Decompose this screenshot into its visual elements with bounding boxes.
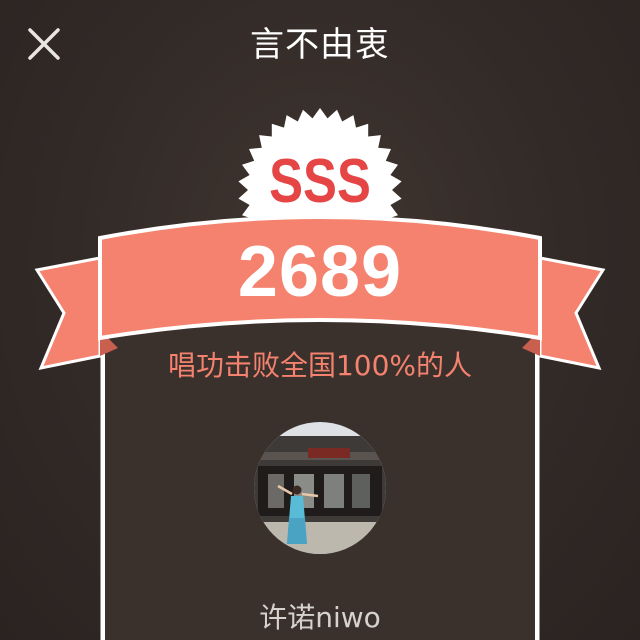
user-avatar[interactable] [254,422,386,554]
username: 许诺niwo [259,601,381,634]
rank-text: 唱功击败全国100%的人 [167,349,473,382]
avatar-photo [254,422,386,554]
score-value: 2689 [237,232,403,312]
grade-label: SSS [269,147,371,216]
